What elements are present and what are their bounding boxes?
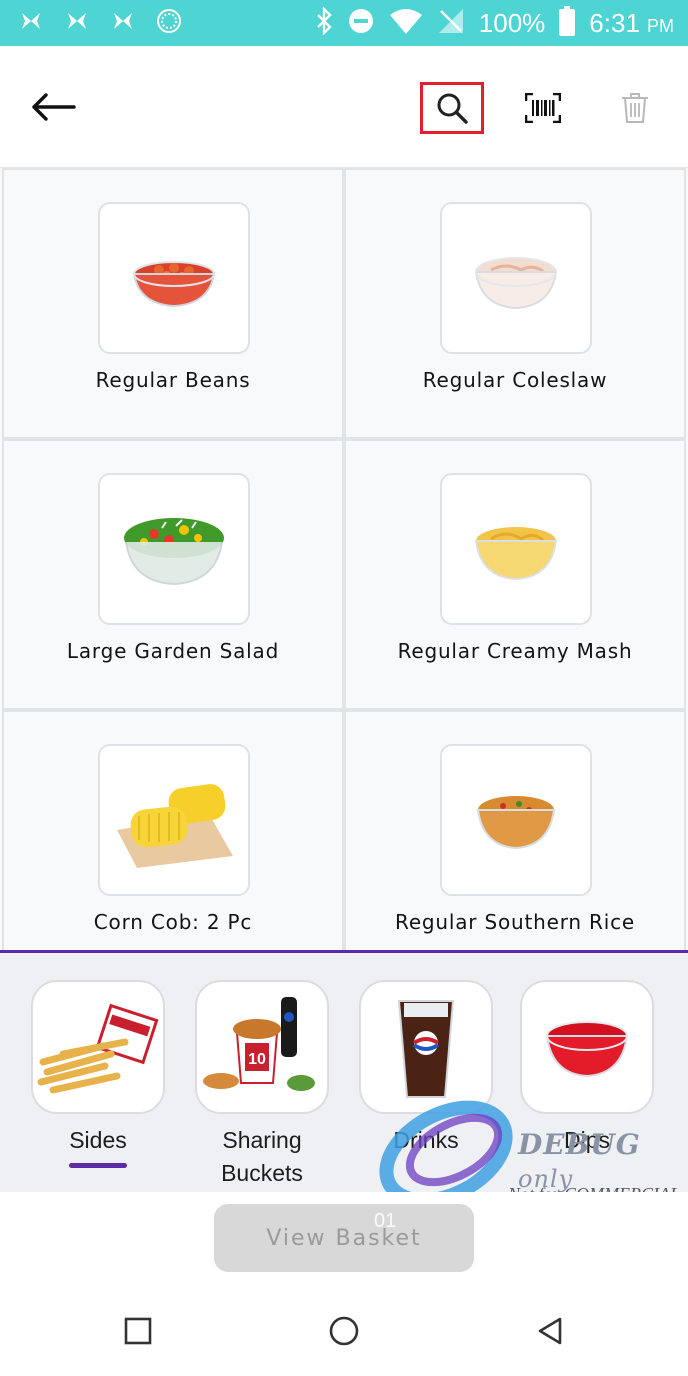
butterfly-icon [110,8,136,34]
clear-basket-button[interactable] [610,82,660,134]
beans-bowl-image [98,202,250,354]
product-grid: Regular Beans Regular Coleslaw Large Gar… [0,168,688,950]
basket-area: View Basket 01 [0,1192,688,1284]
butterfly-icon [18,8,44,34]
system-status: 100% 6:31 PM [315,6,674,40]
bluetooth-icon [315,6,333,39]
search-icon [437,93,468,124]
product-name: Regular Creamy Mash [397,639,633,663]
butterfly-icon [64,8,90,34]
app-circle-icon [156,8,182,34]
no-signal-icon [437,7,465,39]
category-label: Sides [69,1127,127,1153]
product-name: Regular Coleslaw [422,368,608,392]
corn-cob-image [98,744,250,896]
product-name: Corn Cob: 2 Pc [93,910,253,934]
category-label: Dips [563,1127,610,1153]
status-bar: 100% 6:31 PM [0,0,688,46]
wifi-icon [389,7,423,39]
search-button[interactable] [420,82,484,134]
category-sharing-buckets[interactable]: 10 Sharing Buckets [195,980,329,1190]
clock-time: 6:31 [589,7,640,38]
view-basket-button[interactable]: View Basket [214,1204,474,1272]
product-card-regular-coleslaw[interactable]: Regular Coleslaw [344,168,686,439]
dip-bowl-image [520,980,654,1114]
product-card-large-garden-salad[interactable]: Large Garden Salad [2,439,344,710]
drink-glass-image [359,980,493,1114]
product-card-corn-cob-2-pc[interactable]: Corn Cob: 2 Pc [2,710,344,950]
barcode-scanner-button[interactable] [516,82,570,134]
svg-text:10: 10 [248,1051,266,1068]
product-card-regular-southern-rice[interactable]: Regular Southern Rice [344,710,686,950]
recents-square-icon [124,1317,152,1345]
bucket-image: 10 [195,980,329,1114]
category-drinks[interactable]: Drinks [359,980,493,1157]
product-name: Regular Southern Rice [395,910,635,934]
product-card-regular-creamy-mash[interactable]: Regular Creamy Mash [344,439,686,710]
back-arrow-icon [32,93,76,121]
category-sides[interactable]: Sides [31,980,165,1168]
coleslaw-bowl-image [440,202,592,354]
rice-bowl-image [440,744,592,896]
back-triangle-icon [538,1317,562,1345]
trash-icon [622,93,648,123]
system-back-button[interactable] [525,1306,575,1356]
product-name: Regular Beans [95,368,251,392]
clock-ampm: PM [647,15,674,36]
battery-icon [559,6,576,40]
product-name: Large Garden Salad [66,639,280,663]
selected-indicator [69,1163,127,1168]
back-button[interactable] [22,76,84,138]
navigation-bar [0,1284,688,1376]
home-circle-icon [329,1316,359,1346]
battery-percent: 100% [478,7,546,38]
mash-bowl-image [440,473,592,625]
recents-button[interactable] [113,1306,163,1356]
category-bar: Sides 10 Sharing Buckets Drinks Dips [0,950,688,1192]
barcode-scanner-icon [525,93,561,123]
salad-bowl-image [98,473,250,625]
category-dips[interactable]: Dips [520,980,654,1157]
fries-image [31,980,165,1114]
category-label: Sharing Buckets [221,1127,303,1186]
home-button[interactable] [319,1306,369,1356]
basket-count: 01 [374,1210,397,1232]
toolbar [0,46,688,168]
notification-icons [18,8,182,34]
clock: 6:31 PM [589,8,674,39]
category-label: Drinks [393,1127,459,1153]
do-not-disturb-icon [347,7,375,39]
product-card-regular-beans[interactable]: Regular Beans [2,168,344,439]
